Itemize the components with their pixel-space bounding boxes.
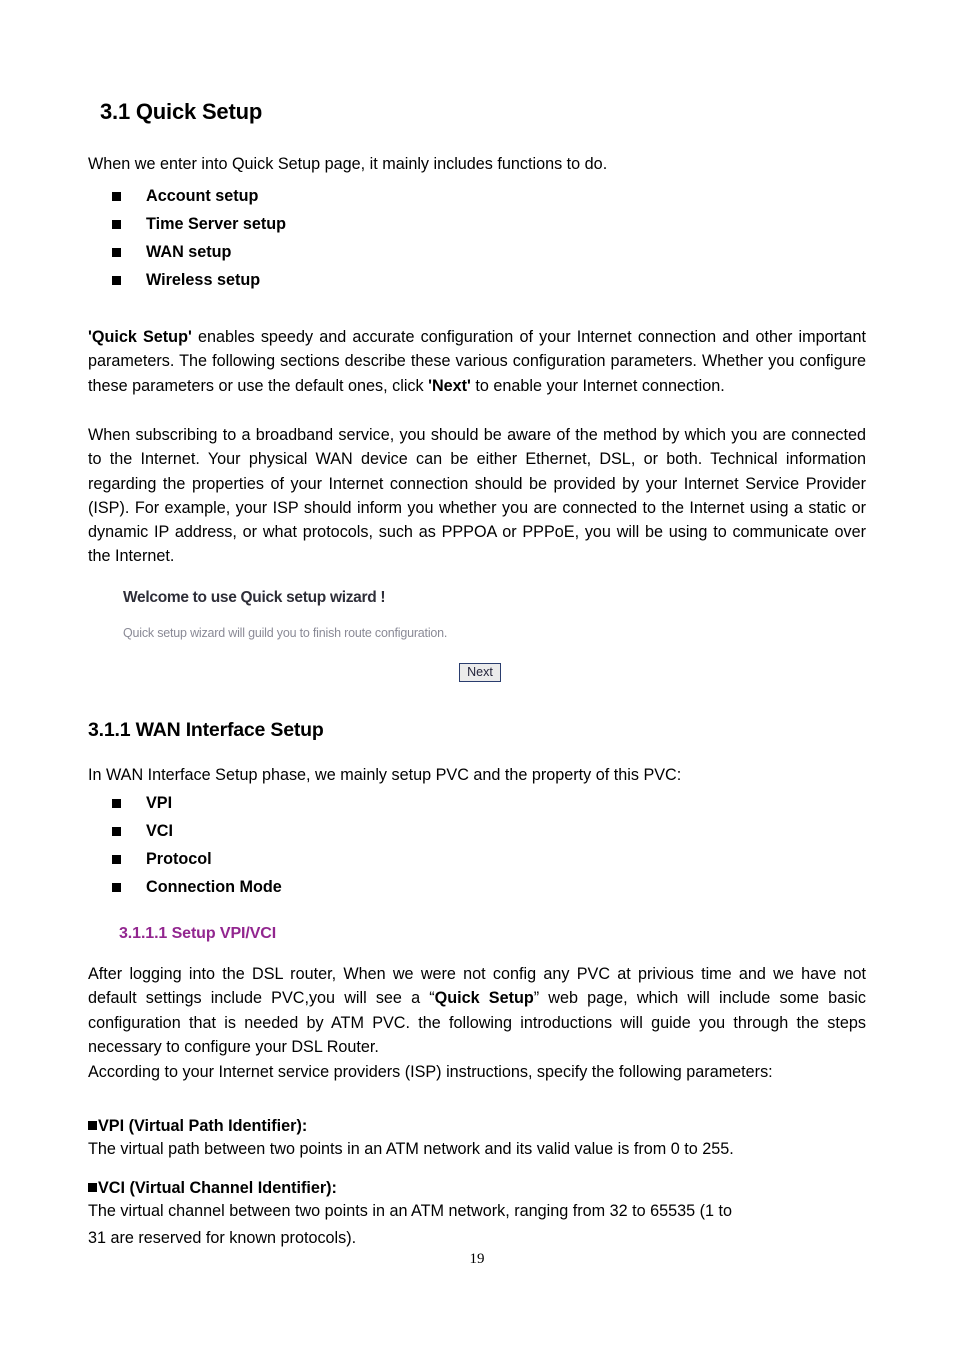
heading-setup-vpi-vci: 3.1.1.1 Setup VPI/VCI [119, 925, 277, 942]
definition-heading-vpi: VPI (Virtual Path Identifier): [88, 1114, 878, 1138]
square-bullet-icon [112, 827, 121, 836]
paragraph-dsl-router-login: After logging into the DSL router, When … [88, 962, 866, 1059]
bullet-list-quick-setup-functions: Account setup Time Server setup WAN setu… [88, 182, 866, 294]
square-bullet-icon [112, 883, 121, 892]
square-bullet-icon [88, 1121, 97, 1130]
wizard-welcome-subtitle: Quick setup wizard will guild you to fin… [123, 626, 448, 640]
list-item-label: VPI [146, 794, 173, 812]
list-item-label: Time Server setup [146, 215, 287, 233]
list-item-label: WAN setup [146, 243, 232, 261]
list-item-label: Account setup [146, 187, 259, 205]
paragraph-isp-instructions: According to your Internet service provi… [88, 1063, 773, 1081]
list-item: Account setup [88, 182, 866, 210]
list-item: Connection Mode [88, 873, 866, 901]
embedded-wizard-screenshot: Welcome to use Quick setup wizard ! Quic… [88, 578, 866, 696]
list-item: Time Server setup [88, 210, 866, 238]
paragraph-quick-setup-description: 'Quick Setup' enables speedy and accurat… [88, 325, 866, 398]
definition-label-vci: VCI (Virtual Channel Identifier): [98, 1179, 337, 1197]
paragraph-text-tail: to enable your Internet connection. [470, 376, 725, 395]
definition-heading-vci: VCI (Virtual Channel Identifier): [88, 1176, 878, 1200]
wizard-welcome-title: Welcome to use Quick setup wizard ! [123, 589, 386, 606]
emphasis-quick-setup-page: Quick Setup [434, 989, 534, 1008]
list-item-label: Protocol [146, 850, 212, 868]
definition-text-vci-line1: The virtual channel between two points i… [88, 1202, 732, 1220]
emphasis-quick-setup: 'Quick Setup' [88, 328, 192, 346]
paragraph-wan-interface-intro: In WAN Interface Setup phase, we mainly … [88, 766, 682, 784]
list-item: WAN setup [88, 238, 866, 266]
square-bullet-icon [112, 276, 121, 285]
square-bullet-icon [112, 799, 121, 808]
bullet-list-pvc-properties: VPI VCI Protocol Connection Mode [88, 789, 866, 901]
heading-wan-interface-setup: 3.1.1 WAN Interface Setup [88, 719, 324, 741]
square-bullet-icon [112, 248, 121, 257]
square-bullet-icon [112, 220, 121, 229]
list-item: Protocol [88, 845, 866, 873]
list-item-label: Wireless setup [146, 271, 261, 289]
definition-label-vpi: VPI (Virtual Path Identifier): [98, 1117, 308, 1135]
list-item: VPI [88, 789, 866, 817]
page-number: 19 [469, 1251, 485, 1267]
document-page: 3.1 Quick Setup When we enter into Quick… [0, 0, 954, 1350]
list-item-label: VCI [146, 822, 173, 840]
emphasis-next: 'Next' [428, 376, 471, 395]
heading-quick-setup: 3.1 Quick Setup [100, 99, 263, 124]
list-item: Wireless setup [88, 266, 866, 294]
square-bullet-icon [112, 192, 121, 201]
paragraph-quick-setup-intro: When we enter into Quick Setup page, it … [88, 155, 608, 173]
paragraph-broadband-service: When subscribing to a broadband service,… [88, 426, 866, 566]
definition-text-vpi: The virtual path between two points in a… [88, 1140, 734, 1158]
list-item-label: Connection Mode [146, 878, 282, 896]
list-item: VCI [88, 817, 866, 845]
next-button[interactable]: Next [459, 663, 501, 682]
definition-text-vci-line2: 31 are reserved for known protocols). [88, 1229, 357, 1247]
square-bullet-icon [88, 1183, 97, 1192]
square-bullet-icon [112, 855, 121, 864]
